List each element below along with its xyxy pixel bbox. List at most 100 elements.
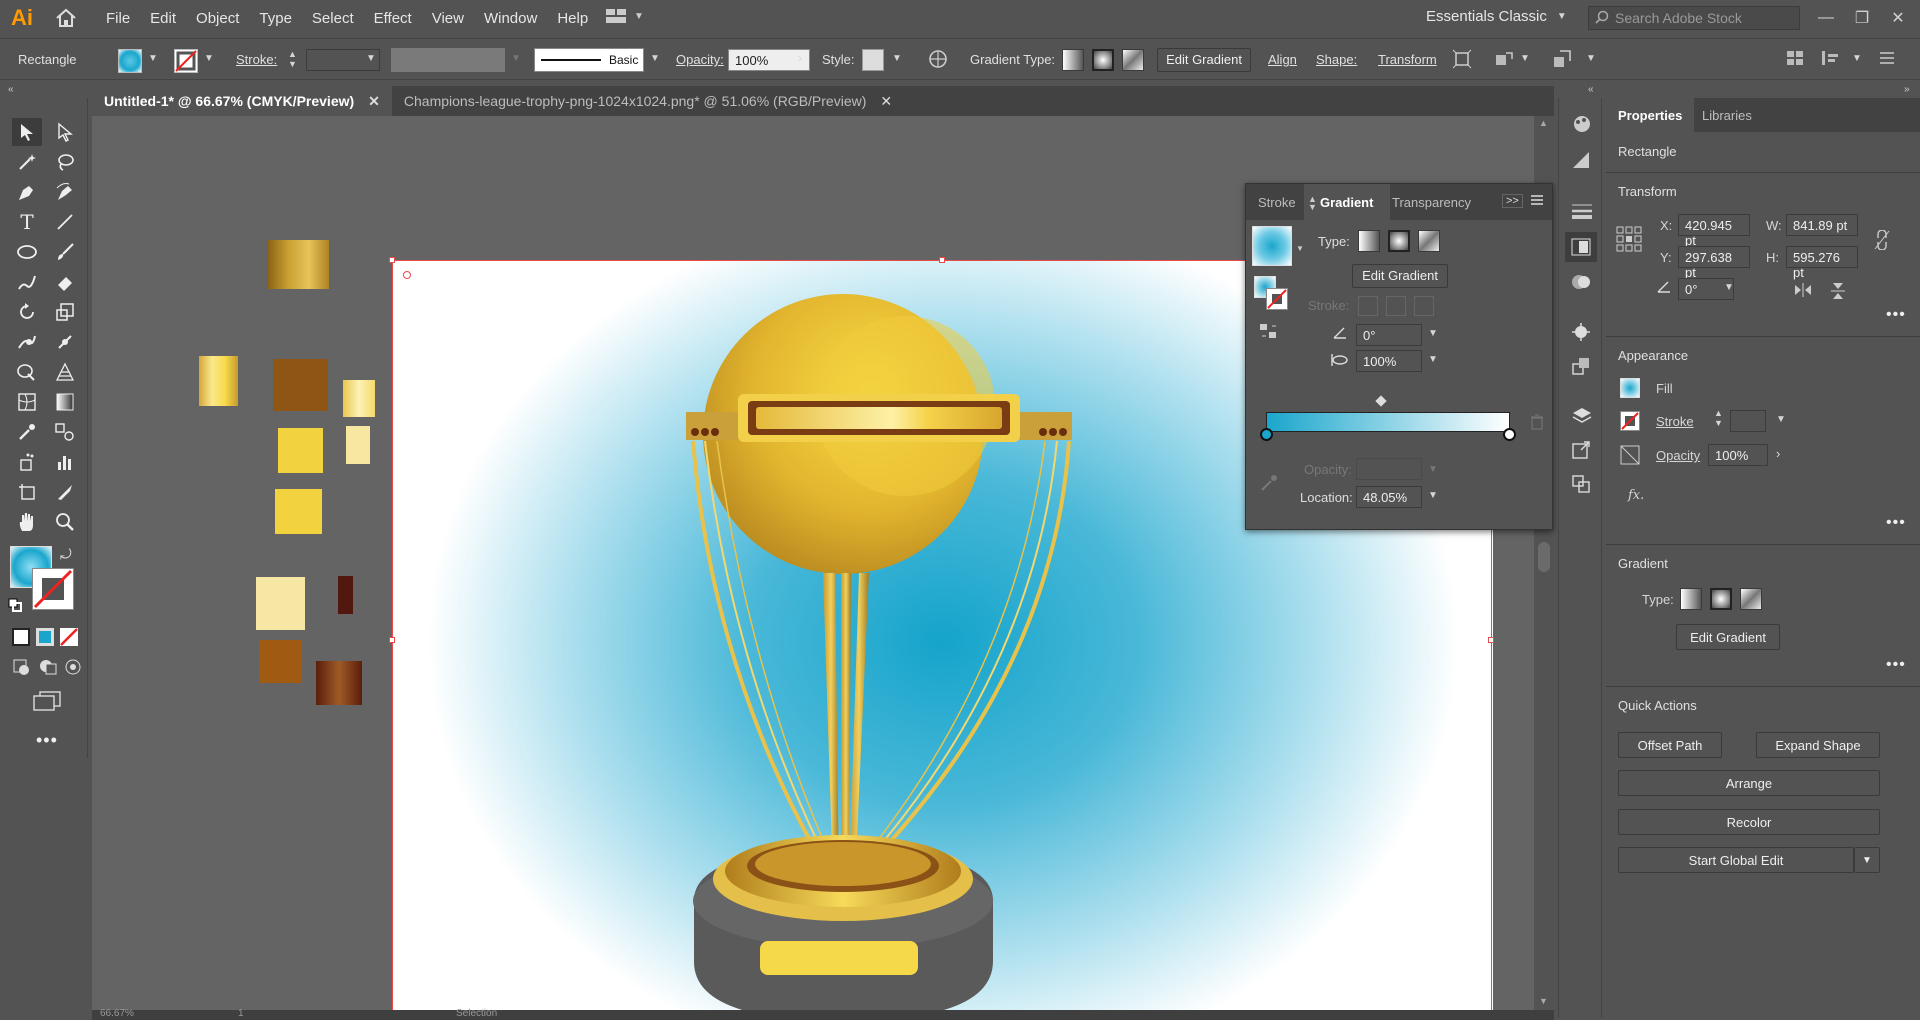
eyedropper-tool-icon[interactable] [12,418,42,446]
pen-tool-icon[interactable] [12,178,42,206]
draw-behind-icon[interactable] [38,658,58,679]
restore-icon[interactable]: ❐ [1844,0,1880,36]
resize-handle[interactable] [1488,637,1494,643]
isolate-icon[interactable] [1452,49,1472,72]
align-panel-icon[interactable] [1786,49,1804,70]
resize-handle[interactable] [389,257,395,263]
puppet-warp-icon[interactable] [1494,49,1514,72]
scrollbar-thumb[interactable] [1538,542,1550,572]
rotate-tool-icon[interactable] [12,298,42,326]
gradient-stop-end[interactable] [1503,428,1516,441]
eraser-tool-icon[interactable] [50,268,80,296]
scroll-down-icon[interactable]: ▼ [1539,996,1548,1006]
minimize-icon[interactable]: — [1808,0,1844,36]
yellow-swatch[interactable] [275,489,322,534]
draw-normal-icon[interactable] [12,658,32,679]
magic-wand-tool-icon[interactable] [12,148,42,176]
chevron-down-icon[interactable]: ▼ [1776,414,1786,425]
brown-swatch[interactable] [273,359,328,411]
chevron-down-icon[interactable]: ▼ [148,53,158,64]
stroke-color-box[interactable] [32,568,74,610]
fill-swatch[interactable] [118,49,142,73]
chevron-down-icon[interactable]: ▼ [1296,244,1304,253]
appearance-stroke-label[interactable]: Stroke [1656,414,1694,429]
live-corner-widget[interactable] [403,271,411,279]
expand-panels-icon[interactable]: « [1588,84,1594,95]
panel-menu-icon[interactable] [1530,193,1544,210]
collapse-panels-icon[interactable]: » [1904,84,1910,95]
stroke-panel-icon[interactable] [1571,202,1593,223]
shaper-tool-icon[interactable] [12,268,42,296]
resize-handle[interactable] [939,257,945,263]
x-input[interactable]: 420.945 pt [1678,214,1750,248]
line-segment-tool-icon[interactable] [50,208,80,236]
graphic-style-swatch[interactable] [862,49,884,71]
chevron-down-icon[interactable]: ▼ [204,53,214,64]
chevron-right-icon[interactable]: › [798,51,802,65]
stock-search-field[interactable]: Search Adobe Stock [1588,6,1800,30]
menu-help[interactable]: Help [547,10,598,27]
dark-brown-swatch[interactable] [338,576,353,614]
stroke-weight-input[interactable] [1730,410,1766,432]
arrange-documents-button[interactable]: ▼ [606,8,644,24]
tab-transparency[interactable]: Transparency [1392,184,1471,220]
shape-link[interactable]: Shape: [1316,52,1357,67]
chevron-down-icon[interactable]: ▼ [366,53,376,64]
offset-path-button[interactable]: Offset Path [1618,732,1722,758]
scroll-up-icon[interactable]: ▲ [1539,118,1548,128]
tab-champions-trophy[interactable]: Champions-league-trophy-png-1024x1024.pn… [391,86,905,116]
export-panel-icon[interactable] [1571,440,1591,463]
more-transform-options-icon[interactable]: ••• [1886,306,1906,324]
selection-tool-icon[interactable] [12,118,42,146]
color-panel-icon[interactable] [1571,114,1593,137]
chevron-down-icon[interactable]: ▼ [1428,354,1438,365]
none-mode-icon[interactable] [60,628,78,646]
chevron-down-icon[interactable]: ▼ [1428,490,1438,501]
recolor-button[interactable]: Recolor [1618,809,1880,835]
gradient-stop-start[interactable] [1260,428,1273,441]
chevron-down-icon[interactable]: ▼ [1724,282,1734,293]
column-graph-tool-icon[interactable] [50,448,80,476]
menu-type[interactable]: Type [249,10,302,27]
stroke-label[interactable]: Stroke: [236,52,277,67]
width-input[interactable]: 841.89 pt [1786,214,1858,236]
slice-tool-icon[interactable] [50,478,80,506]
fx-icon[interactable]: fx. [1628,488,1644,503]
resize-handle[interactable] [389,637,395,643]
close-tab-icon[interactable]: ✕ [880,93,892,110]
edit-gradient-button[interactable]: Edit Gradient [1676,624,1780,650]
y-input[interactable]: 297.638 pt [1678,246,1750,280]
expand-shape-button[interactable]: Expand Shape [1756,732,1880,758]
reference-point-icon[interactable] [1616,226,1642,255]
more-appearance-options-icon[interactable]: ••• [1886,514,1906,532]
gold-gradient-swatch[interactable] [268,240,329,289]
appearance-fill-label[interactable]: Fill [1656,381,1673,396]
brown-swatch[interactable] [259,640,302,683]
color-guide-icon[interactable] [1571,150,1591,173]
symbol-sprayer-tool-icon[interactable] [12,448,42,476]
freeform-gradient-button[interactable] [1418,230,1440,252]
status-tool-label[interactable]: Selection [456,1008,497,1019]
gradient-angle-input[interactable]: 0° [1356,324,1422,346]
warp-tool-icon[interactable] [12,328,42,356]
radial-gradient-button[interactable] [1388,230,1410,252]
gradient-midpoint-diamond[interactable] [1375,395,1387,407]
menu-view[interactable]: View [422,10,474,27]
hand-tool-icon[interactable] [12,508,42,536]
zoom-level-field[interactable]: 66.67% [100,1008,134,1019]
chevron-down-icon[interactable]: ▼ [1428,328,1438,339]
constrain-proportions-icon[interactable] [1874,229,1890,253]
stroke-swatch[interactable] [174,49,198,73]
appearance-stroke-swatch[interactable] [1620,411,1640,431]
edit-gradient-button[interactable]: Edit Gradient [1352,264,1448,288]
curvature-tool-icon[interactable] [50,178,80,206]
global-edit-options-chevron-icon[interactable]: ▼ [1854,847,1880,873]
puppet-warp-tool-icon[interactable] [50,328,80,356]
menu-select[interactable]: Select [302,10,364,27]
select-similar-icon[interactable] [1552,49,1574,72]
paintbrush-tool-icon[interactable] [50,238,80,266]
light-gold-swatch[interactable] [346,426,370,464]
appearance-fill-swatch[interactable] [1620,378,1640,398]
edit-toolbar-icon[interactable]: ••• [36,730,58,751]
artboards-panel-icon[interactable] [1571,474,1591,497]
